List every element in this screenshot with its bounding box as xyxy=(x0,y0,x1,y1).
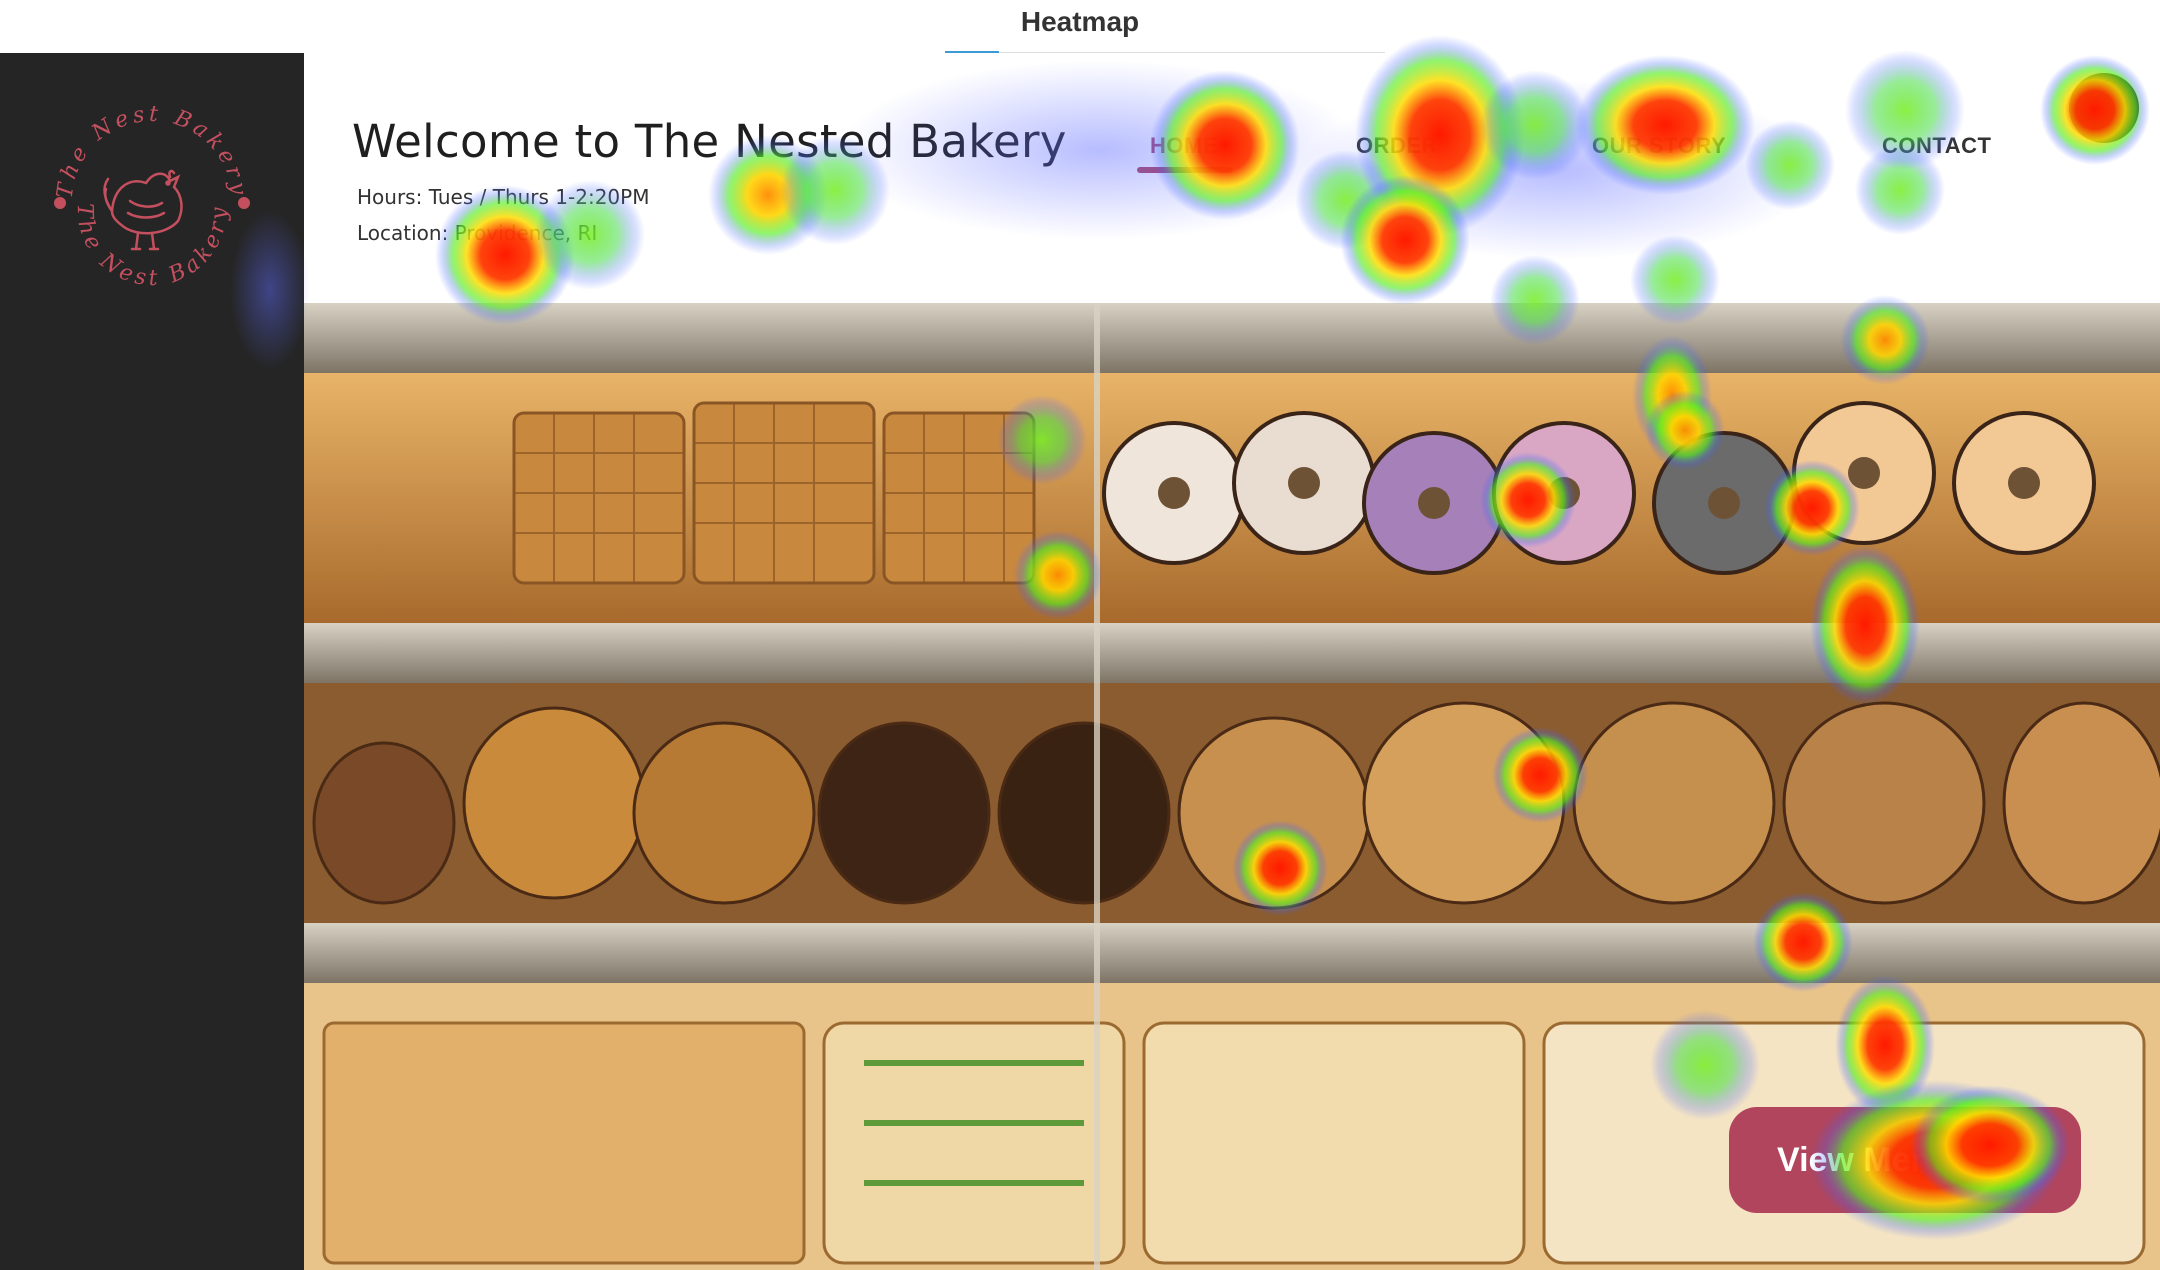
svg-text:The Nest Bakery: The Nest Bakery xyxy=(53,102,252,200)
welcome-heading: Welcome to The Nested Bakery xyxy=(352,115,1067,168)
website-preview: Welcome to The Nested Bakery Hours: Tues… xyxy=(304,53,2160,1270)
bakery-logo: The Nest Bakery The Nest Bakery xyxy=(53,102,252,291)
hen-icon xyxy=(103,169,183,251)
sidebar: The Nest Bakery The Nest Bakery xyxy=(0,53,304,1270)
nav-our-story[interactable]: OUR STORY xyxy=(1592,133,1726,159)
hours-text: Hours: Tues / Thurs 1-2:20PM xyxy=(357,185,650,209)
panel-title: Heatmap xyxy=(1020,6,1140,37)
nav-home-underline xyxy=(1137,167,1233,173)
nav-order[interactable]: ORDER xyxy=(1356,133,1438,159)
heatmap-title-bar: Heatmap xyxy=(0,0,2160,54)
site-header: Welcome to The Nested Bakery Hours: Tues… xyxy=(304,53,2160,303)
view-menu-button[interactable]: View Menu xyxy=(1729,1107,2081,1213)
location-text: Location: Providence, RI xyxy=(357,221,598,245)
nav-home[interactable]: HOME xyxy=(1150,133,1218,159)
avatar[interactable] xyxy=(2069,73,2139,143)
nav-contact[interactable]: CONTACT xyxy=(1882,133,1991,159)
